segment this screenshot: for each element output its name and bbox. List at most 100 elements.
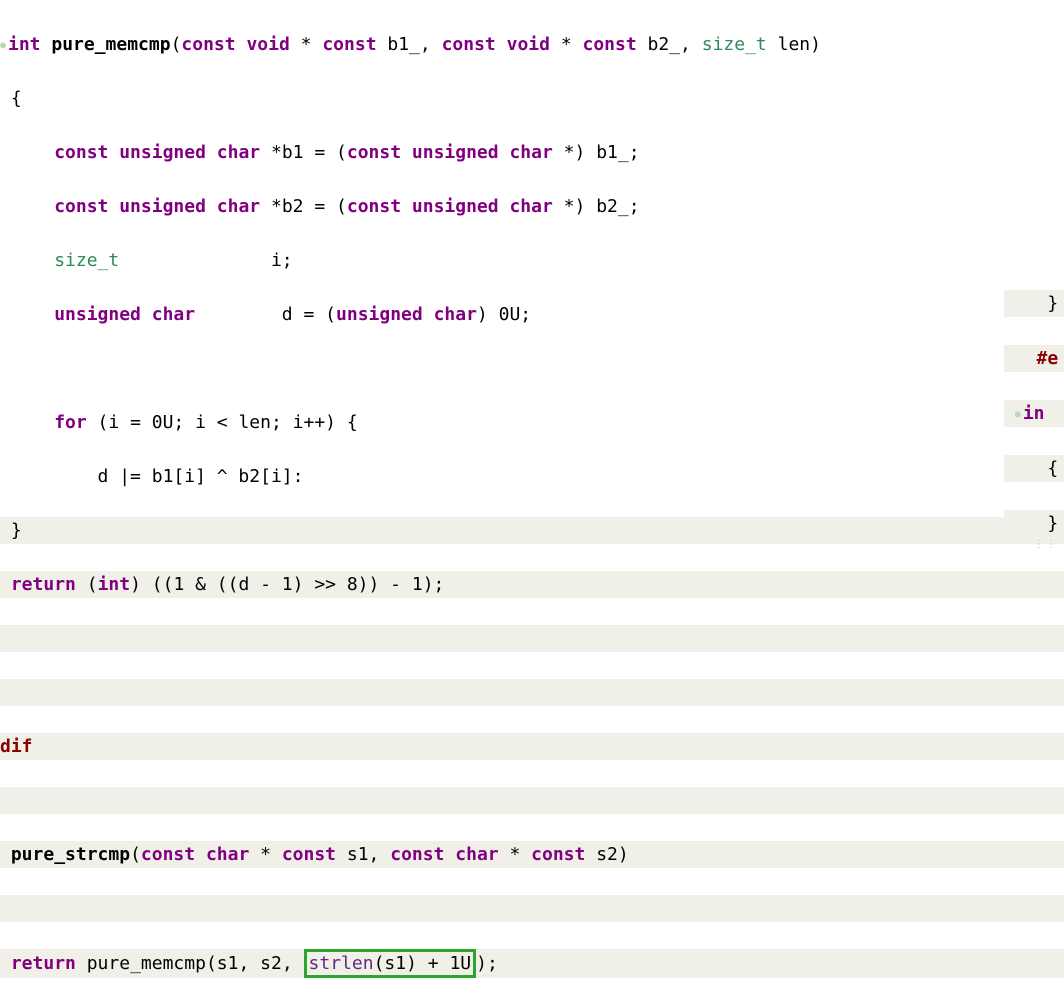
function-call: pure_memcmp [87, 953, 206, 974]
keyword-int: int [8, 34, 41, 55]
preprocessor-endif: dif [0, 736, 33, 757]
right-brace-close: } [1004, 510, 1064, 537]
code-line [0, 679, 1064, 706]
keyword-const: const [583, 34, 637, 55]
param: s2 [596, 844, 618, 865]
keyword-char: char [434, 304, 477, 325]
keyword-const: const [54, 196, 108, 217]
star: * [301, 34, 312, 55]
lib-function-strlen: strlen [309, 953, 374, 974]
code-line: pure_strcmp(const char * const s1, const… [0, 841, 1064, 868]
keyword-const: const [347, 142, 401, 163]
keyword-char: char [152, 304, 195, 325]
expr: i < len [195, 412, 271, 433]
code-line: } [0, 517, 1064, 544]
brace: { [347, 412, 358, 433]
semi: ; [173, 412, 184, 433]
paren: ( [336, 196, 347, 217]
keyword-char: char [509, 196, 552, 217]
paren: ( [206, 953, 217, 974]
var: b1_ [596, 142, 629, 163]
paren: ) [575, 196, 586, 217]
highlighted-region: strlen(s1) + 1U [304, 949, 477, 978]
code-line: dif [0, 733, 1064, 760]
param: b1_ [387, 34, 420, 55]
keyword-const: const [181, 34, 235, 55]
code-line: size_t i; [0, 247, 1064, 274]
keyword-const: const [54, 142, 108, 163]
keyword-for: for [54, 412, 87, 433]
right-brace: } [1004, 290, 1064, 317]
code-line [0, 895, 1064, 922]
comma: , [680, 34, 691, 55]
code-line: return (int) ((1 & ((d - 1) >> 8)) - 1); [0, 571, 1064, 598]
star: * [564, 196, 575, 217]
keyword-unsigned: unsigned [119, 196, 206, 217]
comma: , [420, 34, 431, 55]
semi: ; [520, 304, 531, 325]
code-line: for (i = 0U; i < len; i++) { [0, 409, 1064, 436]
paren: ) [575, 142, 586, 163]
keyword-char: char [217, 142, 260, 163]
eq: = [303, 304, 314, 325]
arg: s2 [260, 953, 282, 974]
expr: i = 0U [108, 412, 173, 433]
code-line: { [0, 85, 1064, 112]
semi: ; [629, 142, 640, 163]
paren: ( [98, 412, 109, 433]
keyword-char: char [206, 844, 249, 865]
eq: = [314, 142, 325, 163]
code-line [0, 625, 1064, 652]
type-sizet: size_t [54, 250, 119, 271]
keyword-char: char [455, 844, 498, 865]
keyword-const: const [322, 34, 376, 55]
keyword-unsigned: unsigned [412, 196, 499, 217]
right-brace-open: { [1004, 455, 1064, 482]
keyword-void: void [246, 34, 289, 55]
keyword-return: return [11, 953, 76, 974]
paren: ( [374, 953, 385, 974]
code-editor[interactable]: ●int pure_memcmp(const void * const b1_,… [0, 0, 1064, 1005]
keyword-unsigned: unsigned [119, 142, 206, 163]
arg: s1 [217, 953, 239, 974]
resize-grip-icon[interactable]: ⋮⋮ [1034, 537, 1058, 552]
paren: ( [325, 304, 336, 325]
semi: ; [434, 574, 445, 595]
keyword-return: return [11, 574, 76, 595]
brace: { [11, 88, 22, 109]
statement: d |= b1[i] ^ b2[i]: [98, 466, 304, 487]
var: b1 [282, 142, 304, 163]
code-line [0, 355, 1064, 382]
semi: ; [629, 196, 640, 217]
var: d [282, 304, 293, 325]
paren: ( [336, 142, 347, 163]
literal: 1U [449, 953, 471, 974]
code-line: unsigned char d = (unsigned char) 0U; [0, 301, 1064, 328]
literal: 0U [499, 304, 521, 325]
var: i [271, 250, 282, 271]
star: * [260, 844, 271, 865]
semi: ; [282, 250, 293, 271]
star: * [271, 196, 282, 217]
paren: ) [810, 34, 821, 55]
function-name: pure_strcmp [11, 844, 130, 865]
star: * [271, 142, 282, 163]
keyword-const: const [282, 844, 336, 865]
brace: } [11, 520, 22, 541]
keyword-void: void [507, 34, 550, 55]
right-int: ●in [1004, 400, 1064, 427]
keyword-unsigned: unsigned [54, 304, 141, 325]
breakpoint-marker: ● [0, 38, 8, 53]
arg: s1 [384, 953, 406, 974]
comma: , [282, 953, 293, 974]
paren: ) [618, 844, 629, 865]
keyword-const: const [531, 844, 585, 865]
var: b2_ [596, 196, 629, 217]
keyword-const: const [390, 844, 444, 865]
var: b2 [282, 196, 304, 217]
code-line: return pure_memcmp(s1, s2, strlen(s1) + … [0, 949, 1064, 978]
semi: ; [487, 953, 498, 974]
comma: , [238, 953, 249, 974]
expr: ((1 & ((d - 1) >> 8)) - 1) [152, 574, 434, 595]
paren: ) [130, 574, 141, 595]
